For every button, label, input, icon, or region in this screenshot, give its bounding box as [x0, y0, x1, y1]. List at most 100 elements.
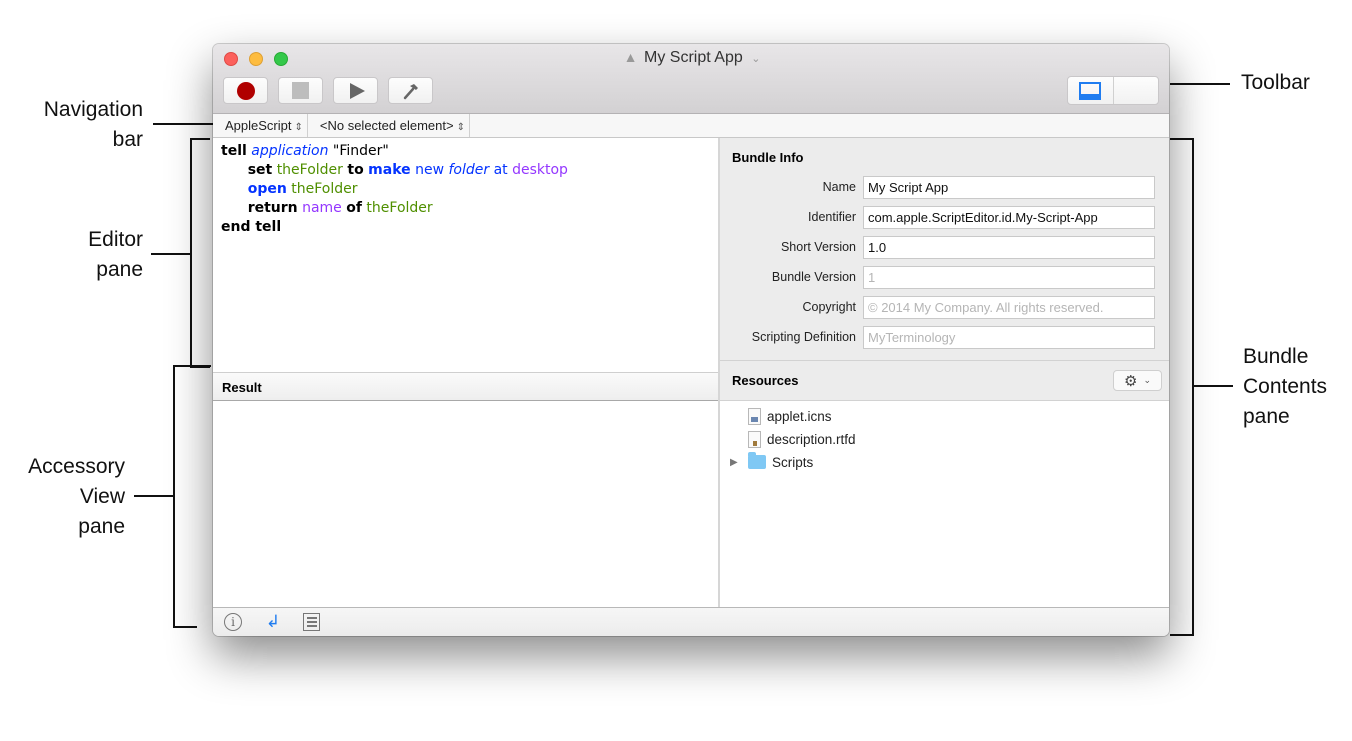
stop-icon	[292, 82, 309, 99]
info-icon[interactable]: i	[224, 613, 242, 631]
result-header[interactable]: Result	[213, 372, 718, 401]
callout-text: bar	[112, 128, 143, 151]
play-icon	[350, 82, 365, 99]
bundle-contents-pane: Bundle Info Name My Script App Identifier c…	[720, 138, 1169, 607]
bracket	[1170, 138, 1194, 140]
code-token: theFolder	[291, 181, 358, 197]
show-bundle-contents-button[interactable]	[1112, 77, 1159, 104]
code-token: return	[247, 200, 298, 216]
bracket	[1192, 138, 1194, 636]
code-token: to	[347, 162, 364, 178]
code-token: open	[247, 181, 287, 197]
callout-text: Contents	[1243, 375, 1328, 398]
code-token: end tell	[221, 219, 282, 235]
identifier-field[interactable]: com.apple.ScriptEditor.id.My-Script-App	[863, 205, 1155, 229]
callout-line	[1193, 385, 1233, 387]
callout-text: pane	[1243, 405, 1290, 428]
resource-name: description.rtfd	[767, 431, 856, 447]
resources-action-button[interactable]: ⚙ ⌄	[1113, 370, 1162, 391]
file-icon	[748, 430, 761, 448]
code-token: folder	[448, 162, 490, 178]
code-line: return name of theFolder	[221, 199, 710, 218]
bracket	[173, 365, 175, 628]
hammer-icon	[403, 83, 418, 99]
callout-toolbar: Toolbar	[1241, 68, 1310, 98]
run-button[interactable]	[333, 77, 378, 104]
code-token: name	[302, 200, 342, 216]
callout-accessory-view-pane: Accessory View pane	[5, 452, 125, 542]
copyright-field[interactable]: © 2014 My Company. All rights reserved.	[863, 295, 1155, 319]
callout-line	[1170, 83, 1230, 85]
resource-item[interactable]: applet.icns	[748, 405, 832, 427]
bundle-version-field[interactable]: 1	[863, 265, 1155, 289]
field-label: Name	[822, 180, 856, 194]
resources-title: Resources	[732, 373, 799, 388]
resource-item[interactable]: ▶ Scripts	[730, 451, 814, 473]
code-line: end tell	[221, 218, 710, 237]
callout-text: View	[79, 485, 125, 508]
code-token: tell	[221, 143, 247, 159]
code-token: theFolder	[276, 162, 343, 178]
callout-bundle-contents-pane: Bundle Contents pane	[1243, 342, 1327, 432]
bundle-field-row: Short Version 1.0	[720, 235, 1169, 259]
window-title[interactable]: ▲ My Script App ⌄	[213, 49, 1169, 67]
callout-line	[134, 495, 174, 497]
callout-text: Bundle	[1243, 345, 1309, 368]
code-token: theFolder	[366, 200, 433, 216]
code-token: desktop	[512, 162, 568, 178]
file-icon	[748, 407, 761, 425]
bottom-pane-icon	[1079, 81, 1102, 100]
code-token: application	[251, 143, 329, 159]
toolbar: ▲ My Script App ⌄	[213, 44, 1169, 114]
callout-text: pane	[96, 258, 143, 281]
bundle-field-row: Identifier com.apple.ScriptEditor.id.My-S…	[720, 205, 1169, 229]
record-button[interactable]	[223, 77, 268, 104]
bracket	[1170, 634, 1194, 636]
record-icon	[236, 81, 255, 100]
disclosure-triangle-icon[interactable]: ▶	[730, 457, 738, 468]
name-field[interactable]: My Script App	[863, 175, 1155, 199]
scripting-definition-field[interactable]: MyTerminology	[863, 325, 1155, 349]
list-icon[interactable]	[303, 613, 320, 631]
resource-name: Scripts	[772, 454, 814, 470]
language-label: AppleScript	[225, 118, 292, 133]
updown-arrows-icon: ⇕	[456, 122, 465, 133]
code-token: "Finder"	[328, 143, 389, 159]
code-line: set theFolder to make new folder at desk…	[221, 161, 710, 180]
code-token: make	[368, 162, 411, 178]
gear-icon: ⚙	[1124, 372, 1138, 390]
field-label: Copyright	[802, 300, 857, 314]
bundle-info-header: Bundle Info	[732, 150, 804, 165]
updown-arrows-icon: ⇕	[294, 122, 303, 133]
bracket	[173, 365, 211, 367]
short-version-field[interactable]: 1.0	[863, 235, 1155, 259]
code-token: set	[247, 162, 273, 178]
show-accessory-view-button[interactable]	[1068, 77, 1113, 104]
callout-text: pane	[78, 515, 125, 538]
bracket	[190, 138, 192, 368]
stop-button[interactable]	[278, 77, 323, 104]
result-view[interactable]	[213, 401, 718, 607]
navigation-bar: AppleScript ⇕ <No selected element> ⇕	[213, 114, 1169, 138]
field-label: Short Version	[780, 240, 856, 254]
callout-editor-pane: Editor pane	[20, 225, 143, 285]
result-title: Result	[222, 380, 262, 395]
field-label: Scripting Definition	[751, 330, 856, 344]
resource-item[interactable]: description.rtfd	[748, 428, 856, 450]
bundle-field-row: Bundle Version 1	[720, 265, 1169, 289]
callout-navigation-bar: Navigation bar	[20, 95, 143, 155]
callout-text: Editor	[88, 228, 143, 251]
compile-button[interactable]	[388, 77, 433, 104]
element-popup[interactable]: <No selected element> ⇕	[308, 114, 470, 137]
callout-text: Toolbar	[1241, 71, 1310, 94]
language-popup[interactable]: AppleScript ⇕	[213, 114, 308, 137]
editor-pane[interactable]: tell application "Finder" set theFolder …	[213, 138, 718, 372]
callout-line	[153, 123, 213, 125]
return-arrow-icon[interactable]: ↲	[263, 612, 283, 631]
bundle-field-row: Scripting Definition MyTerminology	[720, 325, 1169, 349]
element-label: <No selected element>	[319, 118, 454, 133]
resources-list[interactable]: applet.icns description.rtfd ▶ Scripts	[720, 401, 1169, 607]
field-label: Bundle Version	[771, 270, 856, 284]
